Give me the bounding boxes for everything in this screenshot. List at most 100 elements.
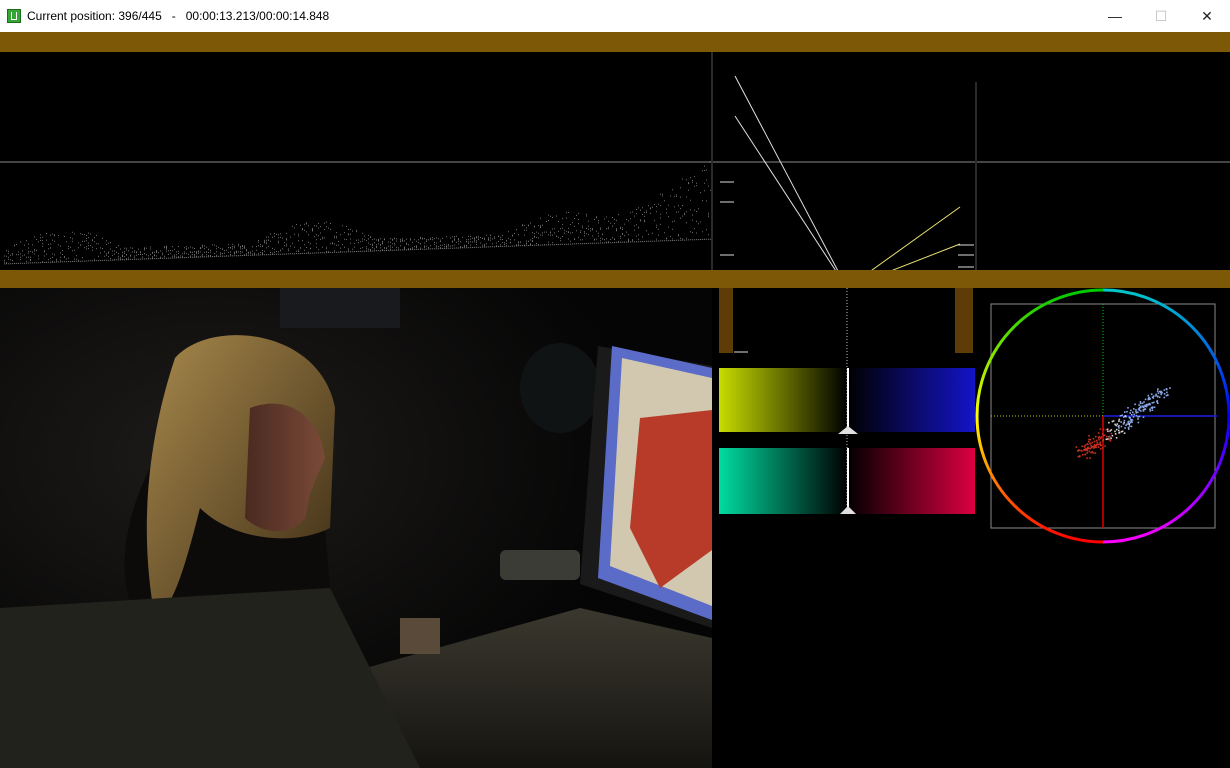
vectorscope-sample	[1115, 428, 1118, 431]
vectorscope-sample	[1098, 435, 1100, 438]
vectorscope-sample	[1157, 388, 1159, 390]
vectorscope-sample	[1153, 406, 1156, 409]
vectorscope-sample	[1114, 430, 1116, 433]
title-bar: Current position: 396/445 - 00:00:13.213…	[0, 0, 1230, 32]
vectorscope-sample	[1134, 403, 1136, 406]
vectorscope-sample	[1088, 450, 1091, 453]
vectorscope-sample	[1105, 438, 1108, 441]
vectorscope-sample	[1099, 448, 1102, 450]
vectorscope-sample	[1137, 416, 1139, 418]
vectorscope-sample	[1150, 393, 1153, 395]
vectorscope-sample	[1129, 412, 1131, 414]
vectorscope-sample	[1075, 446, 1078, 448]
vectorscope-sample	[1145, 404, 1148, 406]
vectorscope-sample	[1109, 430, 1111, 432]
vectorscope-sample	[1114, 423, 1116, 426]
vectorscope-sample	[1151, 406, 1154, 408]
vectorscope-sample	[1108, 421, 1110, 424]
vectorscope-sample	[1083, 449, 1085, 451]
vectorscope-sample	[1130, 420, 1132, 422]
vectorscope-sample	[1133, 413, 1135, 416]
vectorscope-sample	[1127, 421, 1129, 423]
vectorscope-sample	[1163, 396, 1166, 399]
vectorscope-sample	[1127, 407, 1129, 409]
red-gradient-bar	[847, 448, 975, 514]
vectorscope-sample	[1129, 417, 1131, 419]
minimize-button[interactable]: —	[1092, 0, 1138, 32]
vectorscope-sample	[1155, 395, 1157, 397]
vectorscope-sample	[1149, 410, 1152, 412]
maximize-button[interactable]: ☐	[1138, 0, 1184, 32]
vectorscope-sample	[1122, 423, 1125, 425]
vectorscope-sample	[1157, 402, 1159, 404]
vectorscope-sample	[1110, 432, 1113, 435]
vectorscope-sample	[1118, 429, 1120, 432]
vectorscope-sample	[1088, 447, 1091, 449]
vectorscope-sample	[1160, 391, 1163, 393]
vectorscope-sample	[1141, 402, 1144, 405]
vectorscope-sample	[1106, 438, 1109, 440]
vectorscope-sample	[1106, 428, 1109, 431]
vectorscope-sample	[1133, 408, 1135, 410]
vectorscope-sample	[1121, 430, 1124, 433]
vectorscope-sample	[1124, 427, 1126, 429]
vectorscope-sample	[1111, 434, 1114, 437]
vectorscope-sample	[1123, 416, 1125, 418]
vectorscope-sample	[1131, 413, 1133, 416]
vectorscope-sample	[1144, 398, 1147, 401]
vectorscope-sample	[1152, 397, 1155, 399]
vectorscope-sample	[1100, 436, 1102, 438]
vectorscope-sample	[1118, 418, 1121, 421]
vectorscope-sample	[1108, 438, 1111, 440]
vectorscope-sample	[1099, 441, 1101, 444]
vectorscope-sample	[1091, 441, 1094, 444]
vectorscope-sample	[1135, 410, 1137, 413]
vectorscope-sample	[1143, 406, 1145, 409]
vectorscope-sample	[1140, 410, 1142, 412]
vectorscope-sample	[1152, 395, 1155, 397]
vectorscope-sample	[1138, 409, 1141, 411]
vectorscope-sample	[1118, 432, 1120, 434]
vectorscope-sample	[1124, 411, 1126, 413]
vectorscope-sample	[1158, 396, 1161, 399]
vectorscope-sample	[1135, 414, 1138, 417]
vectorscope-sample	[1129, 421, 1132, 424]
vectorscope-sample	[1095, 435, 1097, 438]
background-globe	[520, 343, 600, 433]
vectorscope-sample	[1103, 434, 1106, 436]
vectorscope-sample	[1114, 433, 1117, 435]
vectorscope-sample	[1149, 408, 1151, 410]
vectorscope-sample	[1093, 440, 1096, 443]
vectorscope-sample	[1160, 393, 1162, 396]
left-level-marker	[719, 288, 733, 353]
vectorscope-sample	[1155, 393, 1157, 396]
vectorscope-sample	[1107, 430, 1109, 433]
vectorscope-sample	[1104, 445, 1106, 447]
vectorscope-sample	[1156, 395, 1159, 397]
vectorscope-sample	[1163, 393, 1166, 395]
vectorscope-sample	[1102, 440, 1104, 442]
close-button[interactable]: ✕	[1184, 0, 1230, 32]
vectorscope-samples	[1075, 387, 1171, 459]
vectorscope-sample	[1119, 415, 1122, 417]
vectorscope-sample	[1143, 408, 1146, 411]
video-frame-preview	[0, 288, 712, 768]
vectorscope-sample	[1139, 402, 1142, 405]
vectorscope-sample	[1084, 444, 1087, 446]
vectorscope-sample	[1128, 423, 1130, 426]
app-icon	[7, 9, 21, 23]
vectorscope-sample	[1142, 416, 1145, 418]
vectorscope-sample	[1078, 455, 1081, 458]
vectorscope-sample	[1156, 400, 1158, 403]
vectorscope-sample	[1106, 435, 1108, 438]
vectorscope-sample	[1089, 442, 1091, 445]
vectorscope-sample	[1102, 428, 1105, 431]
vectorscope-sample	[1157, 392, 1160, 394]
vectorscope-sample	[1118, 425, 1120, 427]
vectorscope-sample	[1139, 401, 1142, 403]
vectorscope-sample	[1096, 439, 1098, 442]
vectorscope-sample	[1127, 428, 1130, 430]
vectorscope-sample	[1151, 402, 1154, 404]
vectorscope-sample	[1166, 391, 1168, 394]
vectorscope-sample	[1097, 446, 1100, 448]
